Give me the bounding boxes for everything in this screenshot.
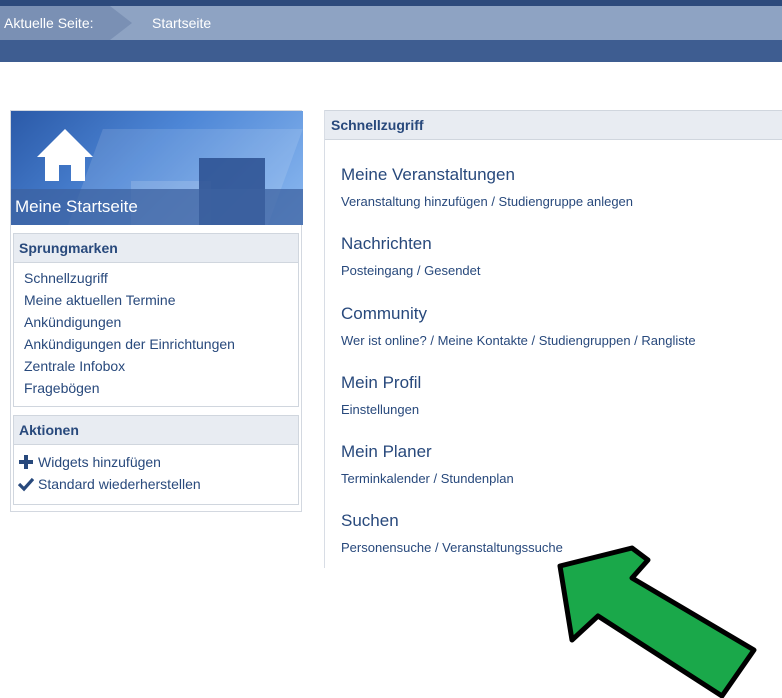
jump-link-zentrale-infobox[interactable]: Zentrale Infobox [24, 355, 298, 377]
section-links[interactable]: Terminkalender / Stundenplan [341, 469, 514, 489]
section-title[interactable]: Suchen [341, 510, 563, 532]
breadcrumb: Aktuelle Seite: Startseite [0, 6, 782, 40]
breadcrumb-current-page[interactable]: Startseite [152, 6, 211, 40]
section-title[interactable]: Mein Profil [341, 372, 421, 394]
plus-icon [19, 455, 33, 469]
sprungmarken-list: Schnellzugriff Meine aktuellen Termine A… [13, 263, 299, 407]
section-title[interactable]: Mein Planer [341, 441, 514, 463]
section-planer: Mein Planer Terminkalender / Stundenplan [341, 441, 514, 489]
sidebar: Meine Startseite Sprungmarken Schnellzug… [10, 110, 303, 512]
sidebar-hero-banner: Meine Startseite [11, 111, 303, 225]
section-title[interactable]: Nachrichten [341, 233, 481, 255]
home-icon [37, 129, 93, 181]
section-profil: Mein Profil Einstellungen [341, 372, 421, 420]
aktionen-list: Widgets hinzufügen Standard wiederherste… [13, 445, 299, 505]
section-title[interactable]: Meine Veranstaltungen [341, 164, 633, 186]
restore-default-action[interactable]: Standard wiederherstellen [18, 473, 298, 495]
breadcrumb-label: Aktuelle Seite: [4, 15, 94, 31]
section-title[interactable]: Community [341, 303, 696, 325]
breadcrumb-separator [110, 6, 132, 40]
add-widgets-label: Widgets hinzufügen [38, 454, 161, 470]
jump-link-termine[interactable]: Meine aktuellen Termine [24, 289, 298, 311]
jump-link-frageboegen[interactable]: Fragebögen [24, 377, 298, 399]
sidebar-title: Meine Startseite [15, 197, 138, 216]
jump-link-schnellzugriff[interactable]: Schnellzugriff [24, 267, 298, 289]
jump-link-ankuendigungen-einrichtungen[interactable]: Ankündigungen der Einrichtungen [24, 333, 298, 355]
section-suchen: Suchen Personensuche / Veranstaltungssuc… [341, 510, 563, 558]
section-nachrichten: Nachrichten Posteingang / Gesendet [341, 233, 481, 281]
sprungmarken-heading: Sprungmarken [13, 233, 299, 263]
section-veranstaltungen: Meine Veranstaltungen Veranstaltung hinz… [341, 164, 633, 212]
section-links[interactable]: Personensuche / Veranstaltungssuche [341, 538, 563, 558]
restore-default-label: Standard wiederherstellen [38, 476, 201, 492]
quick-access-heading: Schnellzugriff [325, 110, 782, 140]
aktionen-heading: Aktionen [13, 415, 299, 445]
section-links[interactable]: Einstellungen [341, 400, 421, 420]
checkmark-icon [18, 477, 34, 492]
section-community: Community Wer ist online? / Meine Kontak… [341, 303, 696, 351]
section-links[interactable]: Veranstaltung hinzufügen / Studiengruppe… [341, 192, 633, 212]
section-links[interactable]: Posteingang / Gesendet [341, 261, 481, 281]
annotation-arrow-icon [557, 545, 757, 698]
add-widgets-action[interactable]: Widgets hinzufügen [18, 451, 298, 473]
jump-link-ankuendigungen[interactable]: Ankündigungen [24, 311, 298, 333]
quick-access-panel: Schnellzugriff Meine Veranstaltungen Ver… [324, 110, 782, 568]
section-links[interactable]: Wer ist online? / Meine Kontakte / Studi… [341, 331, 696, 351]
